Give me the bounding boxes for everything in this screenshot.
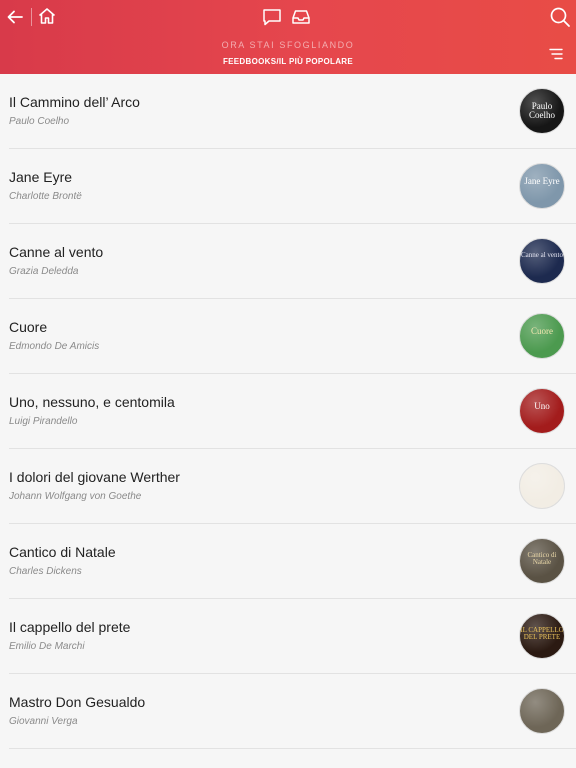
book-cover-thumbnail[interactable]: Cantico di Natale	[519, 538, 565, 584]
book-title: Uno, nessuno, e centomila	[9, 394, 175, 410]
book-list-item[interactable]: I dolori del giovane Werther Johann Wolfg…	[0, 449, 576, 524]
top-bar: ORA STAI SFOGLIANDO FEEDBOOKS/IL PIÙ POP…	[0, 0, 576, 74]
book-list-item[interactable]: Cantico di Natale Charles Dickens Cantico …	[0, 524, 576, 599]
book-cover-thumbnail[interactable]: Jane Eyre	[519, 163, 565, 209]
sort-menu-icon[interactable]	[546, 45, 566, 63]
book-author: Grazia Deledda	[9, 266, 79, 277]
browsing-path[interactable]: FEEDBOOKS/IL PIÙ POPOLARE	[0, 57, 576, 66]
book-cover-thumbnail[interactable]	[519, 688, 565, 734]
book-cover-thumbnail[interactable]: IL CAPPELLO DEL PRETE	[519, 613, 565, 659]
home-icon[interactable]	[36, 5, 58, 27]
book-title: Cuore	[9, 319, 48, 335]
book-author: Paulo Coelho	[9, 116, 70, 127]
book-author: Edmondo De Amicis	[9, 341, 100, 352]
book-list-item[interactable]: Uno, nessuno, e centomila Luigi Pirandell…	[0, 374, 576, 449]
book-cover-text: Cuore	[531, 326, 553, 336]
book-cover-text: Uno	[534, 401, 550, 411]
book-list-item[interactable]: Il cappello del prete Emilio De Marchi IL …	[0, 599, 576, 674]
back-arrow-icon[interactable]	[4, 6, 26, 28]
browsing-label: ORA STAI SFOGLIANDO	[221, 40, 355, 50]
book-list-item[interactable]: Canne al vento Grazia Deledda Canne al ven…	[0, 224, 576, 299]
book-list-item[interactable]: Cuore Edmondo De Amicis Cuore	[0, 299, 576, 374]
book-author: Charles Dickens	[9, 566, 82, 577]
book-cover-text: Cantico di Natale	[527, 551, 557, 566]
book-cover-text: IL CAPPELLO DEL PRETE	[520, 626, 564, 641]
book-list-item[interactable]: Jane Eyre Charlotte Brontë Jane Eyre	[0, 149, 576, 224]
book-cover-thumbnail[interactable]: Cuore	[519, 313, 565, 359]
chat-icon[interactable]	[261, 6, 283, 28]
book-title: Canne al vento	[9, 244, 104, 260]
book-title: Jane Eyre	[9, 169, 73, 185]
book-author: Johann Wolfgang von Goethe	[9, 491, 142, 502]
book-cover-thumbnail[interactable]: Uno	[519, 388, 565, 434]
book-author: Charlotte Brontë	[9, 191, 82, 202]
book-title: Il cappello del prete	[9, 619, 131, 635]
book-cover-thumbnail[interactable]	[519, 463, 565, 509]
inbox-tray-icon[interactable]	[290, 6, 312, 28]
book-title: Il Cammino dell’ Arco	[9, 94, 140, 110]
book-title: Mastro Don Gesualdo	[9, 694, 146, 710]
search-icon[interactable]	[548, 5, 572, 29]
book-cover-text: Paulo Coelho	[529, 101, 555, 120]
book-author: Emilio De Marchi	[9, 641, 85, 652]
book-cover-thumbnail[interactable]: Canne al vento	[519, 238, 565, 284]
book-author: Giovanni Verga	[9, 716, 78, 727]
book-cover-text: Canne al vento	[521, 251, 563, 259]
book-cover-thumbnail[interactable]: Paulo Coelho	[519, 88, 565, 134]
toolbar-divider	[31, 8, 32, 26]
book-list: Il Cammino dell’ Arco Paulo Coelho Paulo C…	[0, 74, 576, 749]
book-list-item[interactable]: Il Cammino dell’ Arco Paulo Coelho Paulo C…	[0, 74, 576, 149]
book-title: I dolori del giovane Werther	[9, 469, 180, 485]
book-author: Luigi Pirandello	[9, 416, 78, 427]
book-title: Cantico di Natale	[9, 544, 116, 560]
book-cover-text: Jane Eyre	[524, 176, 560, 186]
book-list-item[interactable]: Mastro Don Gesualdo Giovanni Verga	[0, 674, 576, 749]
